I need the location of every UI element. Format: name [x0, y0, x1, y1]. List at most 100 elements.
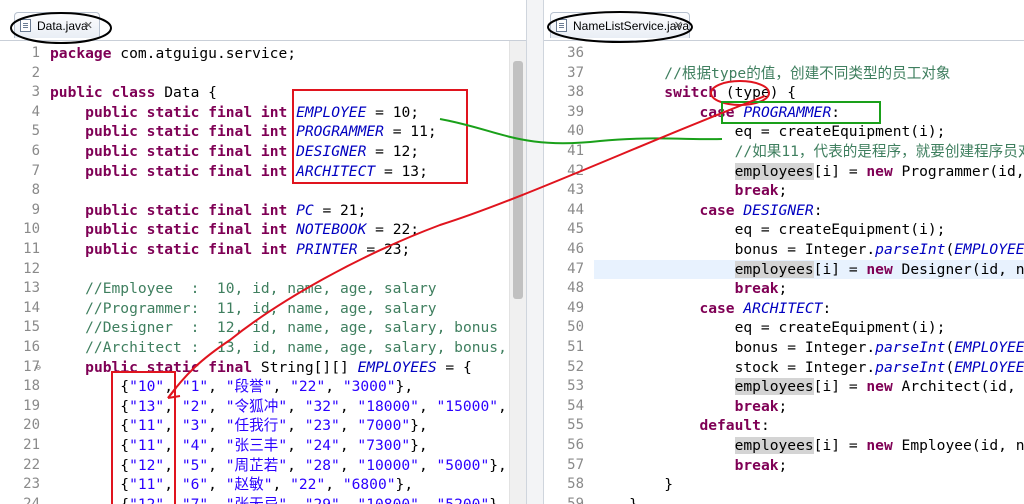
code-token: public [50, 84, 103, 102]
right-tab-bar: NameListService.java ✕ [544, 0, 1024, 41]
code-line[interactable]: } [594, 495, 638, 504]
code-line[interactable]: {"11", "4", "张三丰", "24", "7300"}, [50, 436, 427, 456]
code-line[interactable]: employees[i] = new Designer(id, name [594, 260, 1024, 280]
code-line[interactable]: default: [594, 416, 769, 436]
code-token: [i] = [813, 260, 867, 278]
code-line[interactable]: stock = Integer.parseInt(EMPLOYEES[i][6]… [594, 358, 1024, 378]
scrollbar-thumb[interactable] [513, 61, 523, 299]
code-token: , [498, 397, 507, 415]
code-line[interactable]: //Designer : 12, id, name, age, salary, … [50, 318, 498, 338]
code-line[interactable]: switch (type) { [594, 83, 796, 103]
code-line[interactable]: public static final int ARCHITECT = 13; [50, 162, 428, 182]
code-token: EMPLOYEE [296, 103, 367, 121]
code-line[interactable]: public static final int EMPLOYEE = 10; [50, 103, 419, 123]
code-line[interactable]: break; [594, 456, 788, 476]
line-number: 56 [567, 437, 584, 453]
code-line[interactable]: break; [594, 279, 788, 299]
line-number: 58 [567, 476, 584, 493]
code-line[interactable]: //Employee : 10, id, name, age, salary [50, 279, 436, 299]
code-line[interactable]: //Architect : 13, id, name, age, salary,… [50, 338, 507, 358]
code-line[interactable]: } [594, 475, 673, 495]
code-line[interactable]: break; [594, 397, 788, 417]
code-area[interactable]: package com.atguigu.service; public class… [50, 41, 508, 504]
code-area[interactable]: //根据type的值，创建不同类型的员工对象 switch (type) { c… [594, 41, 1024, 504]
line-number: 19 [23, 397, 40, 414]
code-line[interactable]: //如果11，代表的是程序，就要创建程序员对象 [594, 142, 1024, 162]
code-line[interactable]: public static final int PRINTER = 23; [50, 240, 410, 260]
code-token: }, [395, 378, 414, 396]
code-line[interactable]: case DESIGNER: [594, 201, 822, 221]
line-number: 40 [567, 123, 584, 140]
code-token: "赵敏" [225, 476, 273, 494]
code-line[interactable]: eq = createEquipment(i); [594, 318, 946, 338]
code-editor[interactable]: 36 37 38 39 40 41 42 43 44 45 46 47 48 49 50 51 52 53 54 55… [544, 41, 1024, 504]
tab-data-java[interactable]: Data.java ✕ [14, 12, 100, 38]
code-line[interactable]: {"10", "1", "段誉", "22", "3000"}, [50, 377, 413, 397]
code-token: "周芷若" [225, 456, 288, 474]
code-token: Programmer(id, name [901, 162, 1024, 180]
code-token: = 21; [313, 201, 367, 219]
close-icon[interactable]: ✕ [84, 13, 93, 39]
code-line[interactable]: public static final int NOTEBOOK = 22; [50, 220, 419, 240]
code-line[interactable]: public static final int PC = 21; [50, 201, 366, 221]
code-line[interactable]: bonus = Integer.parseInt(EMPLOYEES[i][5]… [594, 240, 1024, 260]
code-line[interactable]: public class Data { [50, 83, 217, 103]
code-line[interactable]: employees[i] = new Employee(id, name [594, 436, 1024, 456]
code-token: { [50, 496, 129, 504]
code-line[interactable]: case PROGRAMMER: [594, 103, 840, 123]
code-line[interactable]: {"11", "3", "任我行", "23", "7000"}, [50, 416, 427, 436]
code-token: "29" [305, 496, 340, 504]
code-token: , [418, 456, 437, 474]
code-token: public [85, 201, 138, 219]
code-line[interactable]: {"12", "5", "周芷若", "28", "10000", "5000"… [50, 456, 507, 476]
code-token: static [146, 103, 200, 121]
code-token: "3000" [342, 378, 396, 396]
code-line[interactable]: {"13", "2", "令狐冲", "32", "18000", "15000… [50, 397, 507, 417]
code-token: final [208, 201, 253, 219]
code-token: ARCHITECT [743, 299, 823, 317]
code-line[interactable]: employees[i] = new Architect(id, name [594, 377, 1024, 397]
code-token: int [260, 241, 288, 258]
fold-toggle-icon[interactable]: ⊖ [36, 363, 41, 372]
code-token: break [734, 397, 779, 415]
close-icon[interactable]: ✕ [674, 13, 683, 39]
pane-divider[interactable] [526, 0, 544, 504]
code-line[interactable]: employees[i] = new Programmer(id, name [594, 162, 1024, 182]
code-line[interactable]: case ARCHITECT: [594, 299, 831, 319]
code-token: [i] = [813, 437, 867, 454]
line-number: 2 [31, 64, 40, 81]
code-token: public [85, 221, 138, 239]
code-line[interactable]: break; [594, 181, 788, 201]
code-line[interactable]: {"12", "7", "张无忌", "29", "10800", "5200"… [50, 495, 507, 504]
vertical-scrollbar[interactable] [509, 41, 526, 504]
code-token: break [734, 280, 779, 298]
tab-namelistservice-java[interactable]: NameListService.java ✕ [550, 12, 690, 38]
code-token: DESIGNER [743, 201, 814, 219]
data-java-editor-pane: Data.java ✕ 1 2 3 4 5 6 7 8 9 10 11 12 13 14 15 16 17 18 1… [0, 0, 526, 504]
code-line[interactable]: eq = createEquipment(i); [594, 220, 946, 240]
tab-title: NameListService.java [573, 19, 690, 33]
code-line[interactable]: public static final int DESIGNER = 12; [50, 142, 419, 162]
code-token: , [164, 397, 182, 415]
code-editor[interactable]: 1 2 3 4 5 6 7 8 9 10 11 12 13 14 15 16 17 18 19 20 21 22 23 24 ⊖… [0, 41, 526, 504]
code-token: "11" [129, 476, 165, 494]
line-number: 51 [567, 339, 584, 355]
code-line[interactable]: {"11", "6", "赵敏", "22", "6800"}, [50, 475, 413, 495]
code-line[interactable]: package com.atguigu.service; [50, 44, 296, 64]
code-token: //Designer : 12, id, name, age, salary, … [50, 319, 499, 337]
code-line[interactable]: eq = createEquipment(i); [594, 122, 946, 142]
line-number-gutter: 36 37 38 39 40 41 42 43 44 45 46 47 48 49 50 51 52 53 54 55… [544, 41, 588, 504]
code-line[interactable]: bonus = Integer.parseInt(EMPLOYEES[i][5]… [594, 338, 1024, 358]
code-line[interactable]: public static final String[][] EMPLOYEES… [50, 358, 472, 378]
code-line[interactable]: //根据type的值，创建不同类型的员工对象 [594, 64, 950, 84]
code-line[interactable]: //Programmer: 11, id, name, age, salary [50, 299, 436, 319]
code-line[interactable]: public static final int PROGRAMMER = 11; [50, 122, 437, 142]
